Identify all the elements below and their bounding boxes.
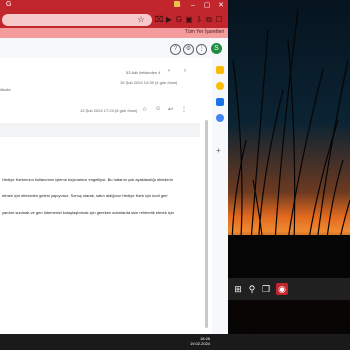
recipient-hint: iliscile bbox=[0, 87, 11, 92]
folder-icon bbox=[174, 1, 180, 7]
bottom-taskbar bbox=[0, 334, 350, 350]
body-line-3: yardım sunmak ve geri ödemenizi kolaylaş… bbox=[2, 210, 174, 215]
settings-icon[interactable]: ⚙ bbox=[183, 44, 194, 55]
browser-window: G ⌄ – ▢ ✕ ☆ ⌧ ▶ G ▣ ⇩ ⧉ ☐ Tüm Yer İşaret… bbox=[0, 0, 228, 334]
reply-icon[interactable]: ↩ bbox=[168, 106, 173, 113]
all-bookmarks-label[interactable]: Tüm Yer İşaretleri bbox=[185, 29, 224, 35]
star-icon[interactable]: ☆ bbox=[142, 106, 147, 113]
next-icon[interactable]: › bbox=[184, 68, 186, 74]
avatar[interactable]: S bbox=[211, 43, 222, 54]
keep-icon[interactable] bbox=[216, 82, 224, 90]
prev-icon[interactable]: ‹ bbox=[168, 68, 170, 74]
tasks-icon[interactable] bbox=[216, 98, 224, 106]
play-icon[interactable]: ▶ bbox=[164, 14, 174, 26]
help-icon[interactable]: ? bbox=[170, 44, 181, 55]
clock-date: 19.02.2024 bbox=[190, 341, 211, 346]
calendar-icon[interactable] bbox=[216, 66, 224, 74]
body-line-1: Hediye Kartımızın kullanımını işleme koy… bbox=[2, 177, 173, 182]
email-content: 53 Adlı iletisinden 4 ‹ › 15 Şub 2024 14… bbox=[0, 58, 212, 334]
add-icon[interactable]: + bbox=[216, 146, 221, 155]
windows-start-icon[interactable]: ⊞ bbox=[232, 283, 244, 295]
task-view-icon[interactable]: ❐ bbox=[260, 283, 272, 295]
download-icon[interactable]: ⇩ bbox=[194, 14, 204, 26]
minimize-button[interactable]: – bbox=[186, 0, 200, 12]
grass-silhouette bbox=[228, 9, 350, 278]
star-icon[interactable]: ☆ bbox=[136, 14, 146, 26]
more-icon[interactable]: ⋮ bbox=[181, 106, 187, 113]
message-date-1: 15 Şub 2024 14:39 (4 gün önce) bbox=[120, 80, 178, 85]
body-line-2: etmek için elimizden geleni yapıyoruz. S… bbox=[2, 193, 168, 198]
maximize-button[interactable]: ▢ bbox=[200, 0, 214, 12]
bookmarks-bar: Tüm Yer İşaretleri bbox=[0, 28, 228, 38]
extension-icon[interactable]: ⌧ bbox=[154, 14, 164, 26]
profile-icon[interactable]: ☐ bbox=[214, 14, 224, 26]
contacts-icon[interactable] bbox=[216, 114, 224, 122]
extensions-icon[interactable]: ▣ bbox=[184, 14, 194, 26]
chrome-taskbar-icon[interactable]: ◉ bbox=[276, 283, 288, 295]
address-bar[interactable] bbox=[2, 14, 152, 26]
tab-title[interactable]: G bbox=[6, 1, 11, 8]
search-icon[interactable]: ⚲ bbox=[246, 283, 258, 295]
apps-icon[interactable]: ⋮ bbox=[196, 44, 207, 55]
side-panel: + bbox=[212, 58, 228, 334]
quoted-header-bar bbox=[0, 123, 200, 137]
emoji-icon[interactable]: ☺ bbox=[155, 106, 161, 112]
pagination: 53 Adlı iletisinden 4 bbox=[126, 70, 161, 75]
sidepanel-icon[interactable]: ⧉ bbox=[204, 14, 214, 26]
message-date-2: 13 Şub 2024 17:24 (6 gün önce) bbox=[80, 108, 138, 113]
system-clock[interactable]: 18:26 19.02.2024 bbox=[190, 336, 210, 346]
google-icon[interactable]: G bbox=[174, 14, 184, 26]
scrollbar[interactable] bbox=[205, 120, 208, 328]
close-button[interactable]: ✕ bbox=[214, 0, 228, 12]
